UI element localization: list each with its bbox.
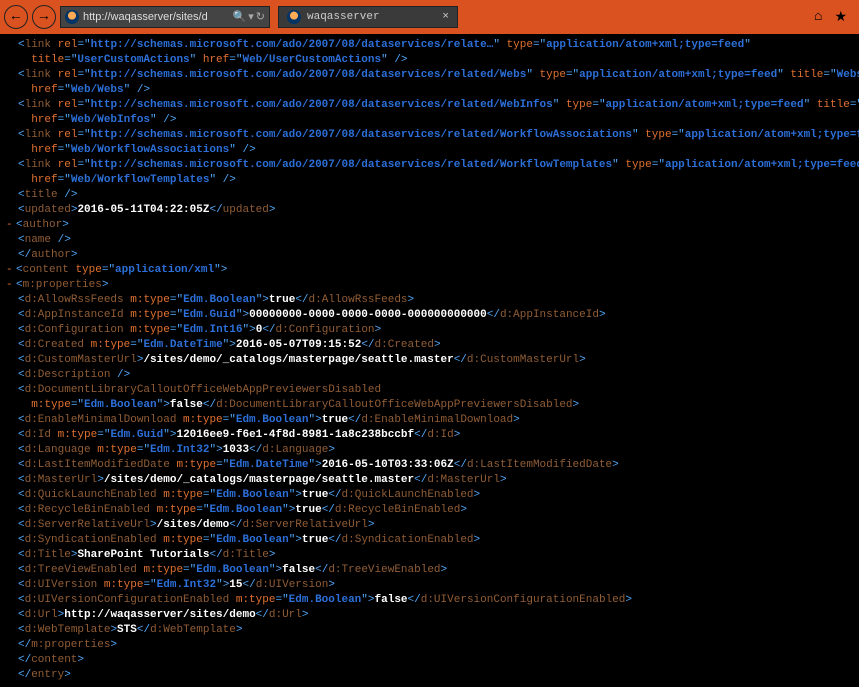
address-bar[interactable]: 🔍 ▾ ↻ — [60, 6, 270, 28]
favicon-icon — [65, 10, 79, 24]
back-button[interactable]: ← — [4, 5, 28, 29]
favorites-icon[interactable]: ★ — [834, 9, 847, 26]
refresh-icon[interactable]: ↻ — [256, 10, 265, 24]
browser-tab[interactable]: waqasserver × — [278, 6, 458, 28]
url-input[interactable] — [83, 11, 229, 23]
dropdown-icon[interactable]: ▾ — [248, 10, 254, 24]
close-tab-icon[interactable]: × — [442, 11, 449, 23]
search-icon[interactable]: 🔍 — [233, 10, 247, 24]
favicon-icon — [287, 10, 301, 24]
browser-titlebar: ← → 🔍 ▾ ↻ waqasserver × ⌂ ★ — [0, 0, 859, 34]
tab-title: waqasserver — [307, 11, 380, 23]
home-icon[interactable]: ⌂ — [814, 9, 822, 26]
xml-viewer: <link rel="http://schemas.microsoft.com/… — [0, 34, 859, 687]
forward-button[interactable]: → — [32, 5, 56, 29]
